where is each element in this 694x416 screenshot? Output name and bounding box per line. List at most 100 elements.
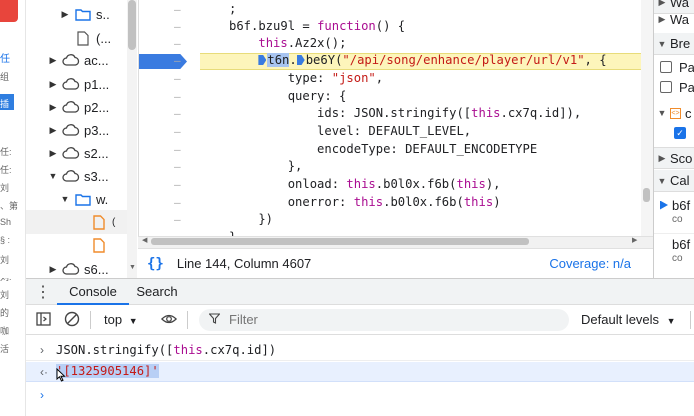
checkbox[interactable]	[660, 61, 672, 73]
collapse-arrow-icon[interactable]: ▼	[48, 171, 58, 181]
scroll-down-arrow-icon[interactable]: ▼	[129, 264, 136, 271]
code-line[interactable]: query: {	[229, 89, 347, 103]
code-line[interactable]: encodeType: DEFAULT_ENCODETYPE	[229, 142, 537, 156]
page-text: 的	[0, 308, 10, 318]
toggle-sidebar-icon[interactable]	[35, 311, 51, 327]
breakpoint-entry[interactable]: ✓	[654, 122, 694, 144]
code-line[interactable]: b6f.bzu9l = function() {	[229, 19, 405, 33]
code-line[interactable]: this.Az2x();	[229, 36, 346, 50]
breakpoint-file-group[interactable]: ▼ <> c	[654, 102, 694, 124]
page-text: 组	[0, 72, 10, 82]
expand-arrow-icon[interactable]: ▶	[48, 264, 58, 275]
pause-caught-option[interactable]: Pau	[654, 76, 694, 98]
tree-item[interactable]: ▶ p2...	[48, 95, 138, 119]
line-number-gutter-cell[interactable]: –	[174, 54, 181, 67]
checkbox-checked[interactable]: ✓	[674, 127, 686, 139]
code-token: )	[493, 195, 501, 209]
tree-item[interactable]: ▶ ac...	[48, 48, 138, 72]
input-code: JSON.stringify([	[56, 343, 174, 357]
log-levels-selector[interactable]: Default levels ▼	[581, 312, 676, 327]
checkbox[interactable]	[660, 81, 672, 93]
coverage-status[interactable]: Coverage: n/a	[549, 256, 631, 271]
section-label: Wa	[670, 11, 690, 27]
call-frame-location[interactable]: co	[654, 212, 694, 226]
line-number-gutter-cell[interactable]: –	[174, 143, 181, 156]
input-code: .cx7q.id])	[202, 343, 277, 357]
pretty-print-icon[interactable]: {}	[147, 256, 164, 272]
code-line[interactable]: level: DEFAULT_LEVEL,	[229, 124, 471, 138]
line-number-gutter-cell[interactable]: –	[174, 72, 181, 85]
line-number-gutter-cell[interactable]: –	[174, 20, 181, 33]
line-number-gutter-cell[interactable]: –	[174, 3, 181, 16]
section-scope[interactable]: ▶ Sco	[654, 147, 694, 169]
console-input-entry[interactable]: › JSON.stringify([this.cx7q.id])	[26, 339, 694, 361]
section-breakpoints[interactable]: ▼ Bre	[654, 33, 694, 55]
editor-horizontal-scrollbar-thumb[interactable]	[151, 238, 529, 245]
tree-item-label: w.	[96, 191, 109, 207]
code-line[interactable]: type: "json",	[229, 71, 383, 85]
inline-breakpoint-icon[interactable]	[296, 55, 305, 65]
line-number-gutter-cell[interactable]: –	[174, 107, 181, 120]
console-result-entry[interactable]: ‹· '[1325905146]'	[26, 362, 694, 382]
scroll-right-arrow-icon[interactable]: ▶	[632, 236, 637, 244]
line-number-gutter-cell[interactable]: –	[174, 37, 181, 50]
code-line[interactable]: ;	[229, 2, 236, 16]
expand-arrow-icon[interactable]: ▶	[60, 9, 70, 20]
tab-search[interactable]: Search	[129, 279, 185, 305]
context-selector[interactable]: top ▼	[104, 312, 138, 327]
code-line[interactable]: ids: JSON.stringify([this.cx7q.id]),	[229, 106, 581, 120]
code-line[interactable]: })	[229, 212, 273, 226]
tree-scrollbar-thumb[interactable]	[128, 0, 136, 50]
frame-location: co	[672, 213, 683, 225]
section-watch-row[interactable]: ▶ Wa	[654, 8, 694, 30]
console-prompt[interactable]: ›	[26, 384, 694, 406]
tree-item[interactable]: ▶ p1...	[48, 72, 138, 96]
code-line[interactable]: onerror: this.b0l0x.f6b(this)	[229, 195, 501, 209]
line-number-gutter-cell[interactable]: –	[174, 213, 181, 226]
tree-item[interactable]: ▶ s6...	[48, 257, 138, 278]
frame-location: co	[672, 252, 683, 264]
cloud-icon	[62, 145, 80, 161]
line-number-gutter-cell[interactable]: –	[174, 125, 181, 138]
code-line[interactable]: t6n. be6Y("/api/song/enhance/player/url/v…	[229, 53, 607, 67]
expand-arrow-icon[interactable]: ▶	[48, 55, 58, 66]
clear-console-icon[interactable]	[64, 311, 80, 327]
cloud-icon	[62, 261, 80, 277]
code-line[interactable]: onload: this.b0l0x.f6b(this),	[229, 177, 501, 191]
line-number-gutter-cell[interactable]: –	[174, 160, 181, 173]
tree-item[interactable]: ▶ p3...	[48, 118, 138, 142]
code-editor[interactable]: –––––––––––––– ;b6f.bzu9l = function() {…	[138, 0, 641, 236]
code-token: .cx7q.id]),	[500, 106, 582, 120]
tree-item-selected[interactable]: (	[26, 210, 127, 234]
call-frame-location[interactable]: co	[654, 251, 694, 265]
scroll-left-arrow-icon[interactable]: ◀	[142, 236, 147, 244]
line-number-gutter-cell[interactable]: –	[174, 90, 181, 103]
line-number-gutter-cell[interactable]: –	[174, 178, 181, 191]
file-js-icon: <>	[670, 107, 681, 119]
code-token: this	[471, 106, 501, 120]
section-call-stack[interactable]: ▼ Cal	[654, 170, 694, 192]
tree-item[interactable]: ▼ s3...	[48, 164, 138, 188]
tree-item[interactable]	[86, 233, 126, 257]
expand-arrow-icon[interactable]: ▶	[48, 148, 58, 159]
pause-uncaught-option[interactable]: Pau	[654, 56, 694, 78]
tab-console[interactable]: Console	[57, 279, 129, 305]
filter-input[interactable]	[229, 312, 429, 327]
tree-item[interactable]: ▶ s2...	[48, 141, 138, 165]
more-options-icon[interactable]: ⋮	[35, 282, 51, 302]
code-token: this	[346, 177, 376, 191]
expand-arrow-icon[interactable]: ▶	[48, 102, 58, 113]
code-line[interactable]: },	[229, 159, 303, 173]
editor-vertical-scrollbar-thumb[interactable]	[643, 188, 650, 202]
collapse-arrow-icon[interactable]: ▼	[60, 194, 70, 204]
eye-icon[interactable]	[161, 311, 177, 327]
code-token: onerror:	[229, 195, 354, 209]
line-number-gutter-cell[interactable]: –	[174, 196, 181, 209]
code-token: ids: JSON.stringify([	[229, 106, 472, 120]
console-output[interactable]: › JSON.stringify([this.cx7q.id]) ‹· '[13…	[26, 335, 694, 416]
tree-item-label: s..	[96, 6, 110, 22]
expand-arrow-icon[interactable]: ▶	[48, 79, 58, 90]
expand-arrow-icon[interactable]: ▶	[48, 125, 58, 136]
result-value[interactable]: '[1325905146]'	[56, 364, 159, 378]
inline-breakpoint-icon[interactable]	[258, 55, 267, 65]
